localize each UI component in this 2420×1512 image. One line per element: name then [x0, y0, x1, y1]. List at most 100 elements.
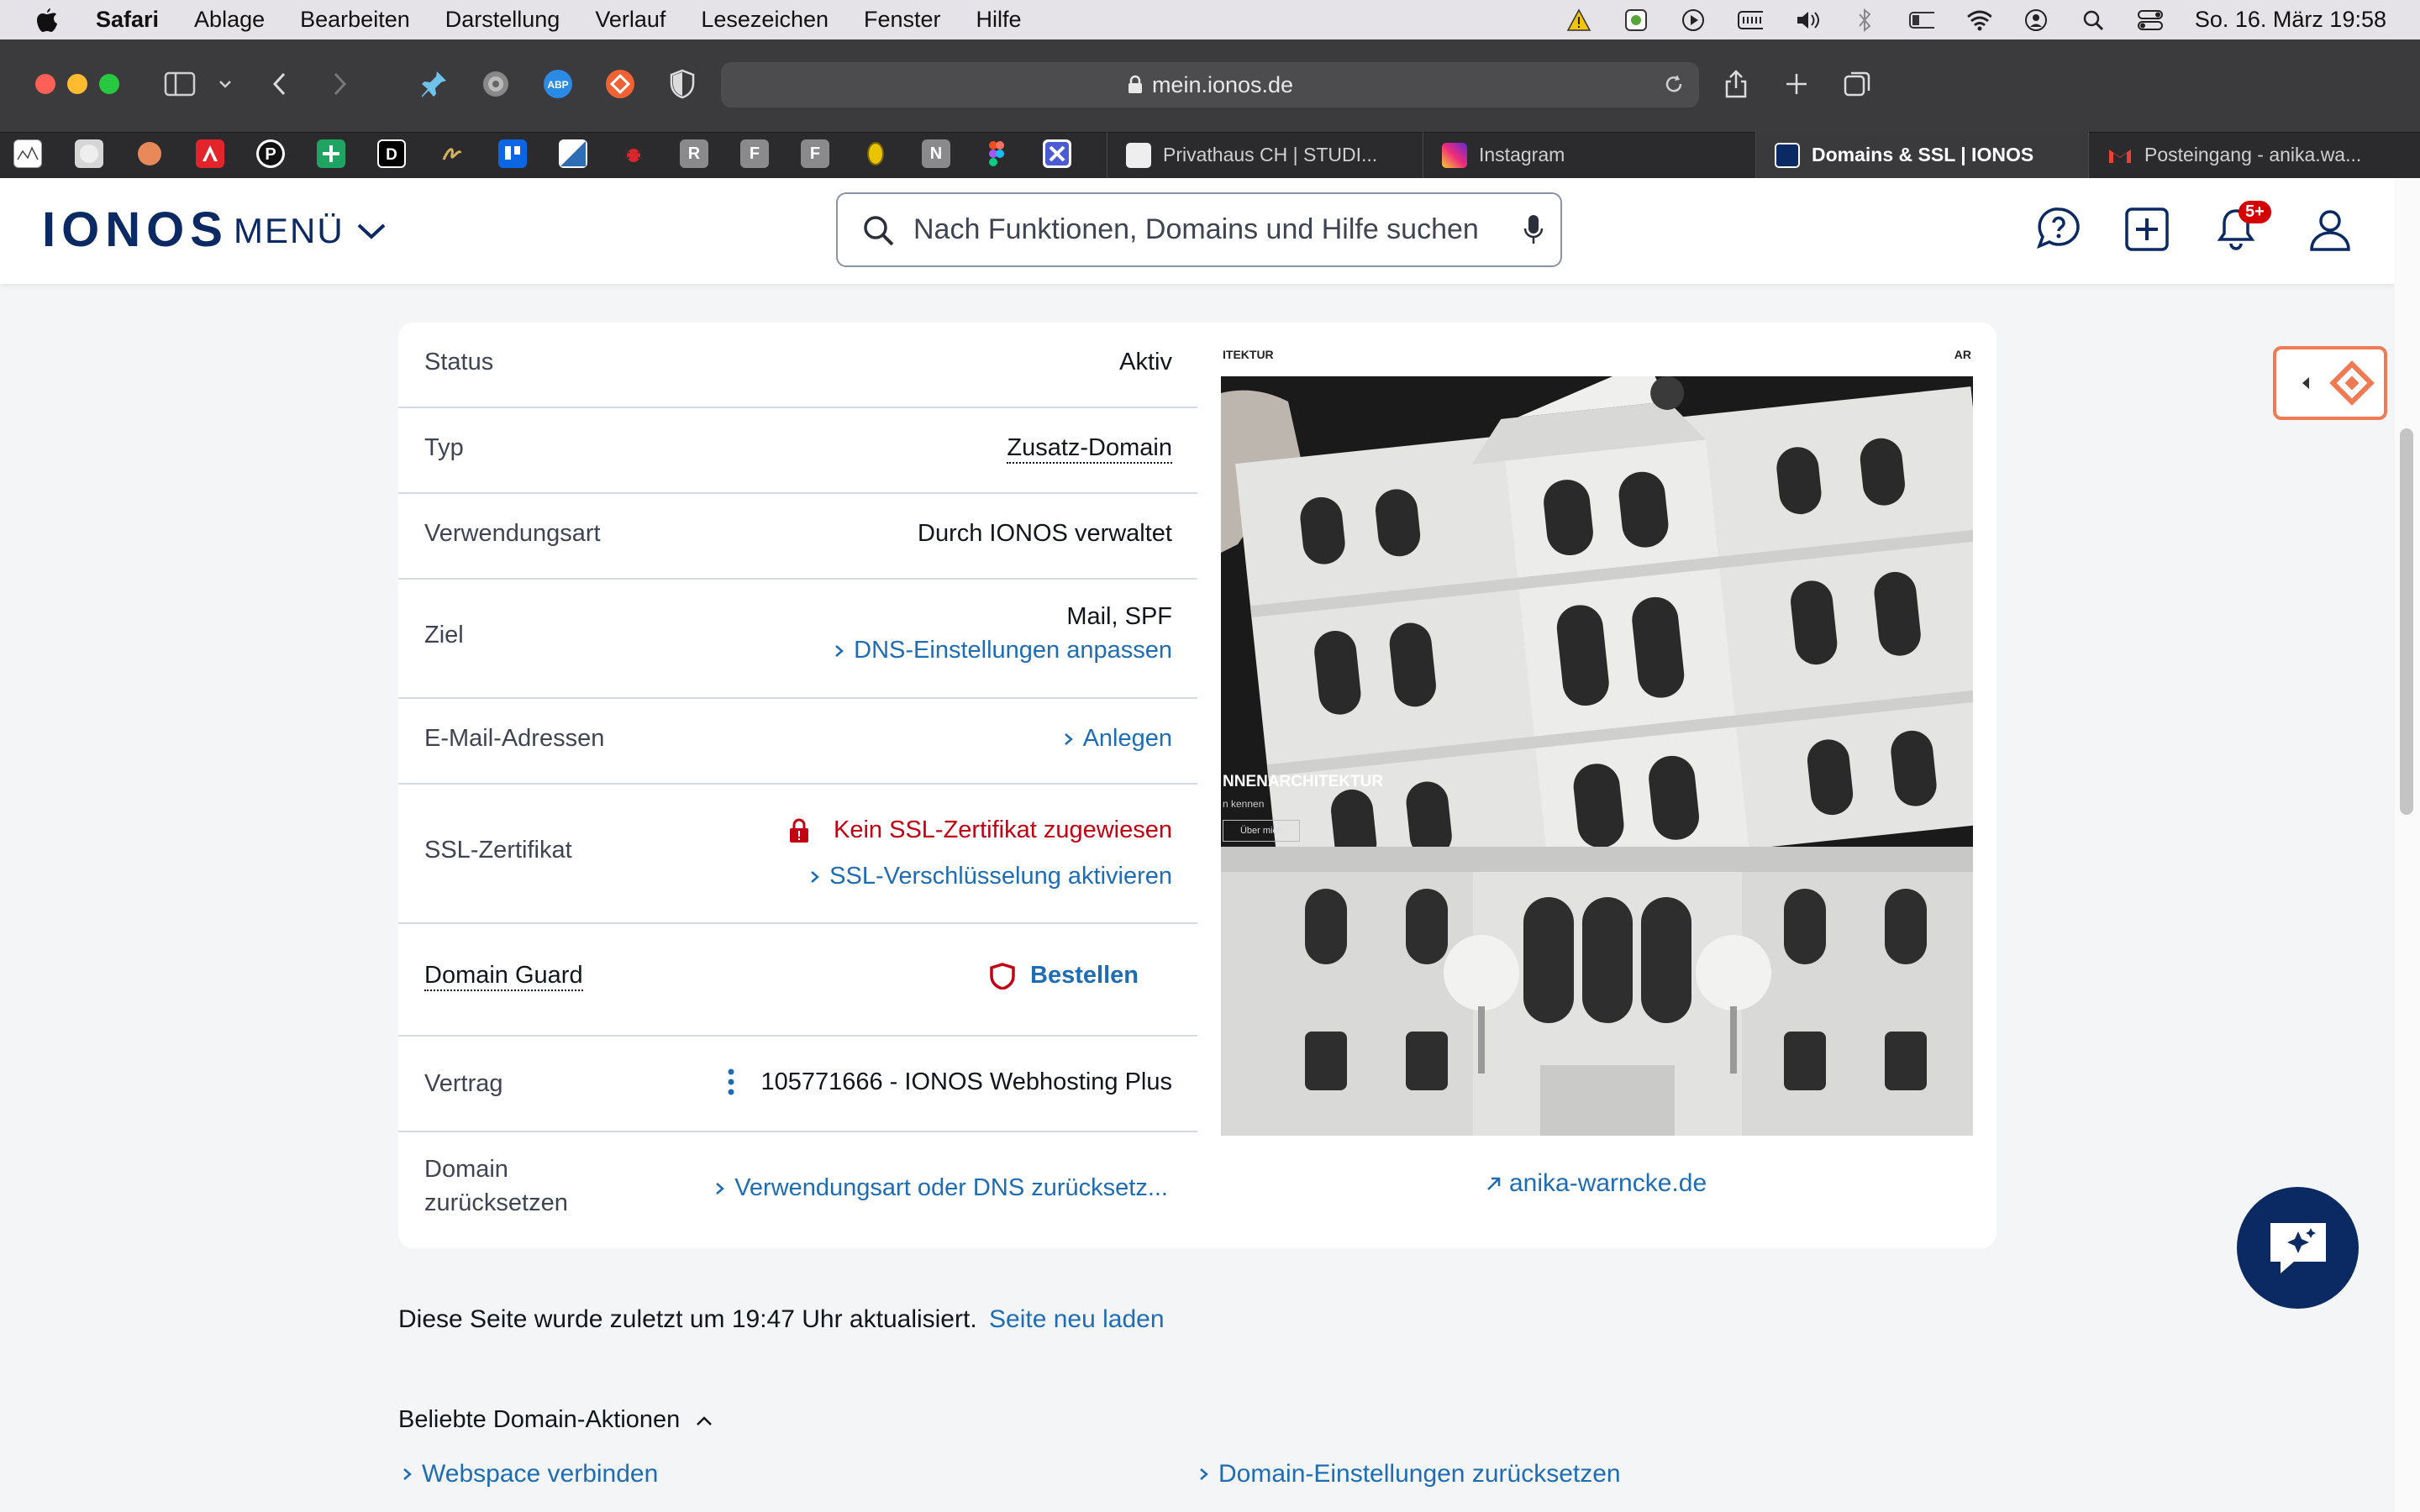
menubar-item-bearbeiten[interactable]: Bearbeiten — [300, 7, 410, 33]
bluetooth-icon[interactable] — [1852, 8, 1877, 33]
user-account-icon[interactable] — [2023, 8, 2049, 33]
favorite-chart-icon[interactable] — [13, 139, 42, 168]
status-label: Status — [424, 349, 494, 375]
typ-value[interactable]: Zusatz-Domain — [1007, 434, 1172, 464]
favorite-angular-icon[interactable] — [196, 139, 224, 168]
forward-button[interactable] — [323, 67, 356, 101]
chat-assistant-button[interactable] — [2237, 1187, 2359, 1309]
chevron-down-icon[interactable] — [208, 67, 242, 101]
tab-privathaus[interactable]: Privathaus CH | STUDI... — [1107, 132, 1423, 178]
reload-page-link[interactable]: Seite neu laden — [989, 1305, 1165, 1333]
tab-domains-ssl-ionos[interactable]: Domains & SSL | IONOS — [1755, 132, 2088, 178]
side-widget-tab[interactable] — [2273, 346, 2387, 420]
popular-actions-title: Beliebte Domain-Aktionen — [398, 1406, 681, 1433]
menubar-item-verlauf[interactable]: Verlauf — [595, 7, 666, 33]
wifi-icon[interactable] — [1966, 8, 1991, 33]
diamond-extension-icon[interactable] — [603, 67, 637, 101]
play-icon[interactable] — [1681, 8, 1706, 33]
popular-actions-toggle[interactable]: Beliebte Domain-Aktionen — [398, 1406, 713, 1434]
user-profile-icon[interactable] — [2306, 205, 2354, 254]
reset-label-line2: zurücksetzen — [424, 1189, 568, 1216]
back-button[interactable] — [263, 67, 297, 101]
window-minimize-button[interactable] — [67, 74, 87, 94]
preview-header-left: ITEKTUR — [1223, 348, 1274, 361]
favorite-sheets-plus-icon[interactable] — [317, 139, 345, 168]
menubar-item-darstellung[interactable]: Darstellung — [445, 7, 560, 33]
detail-row-email: E-Mail-Adressen Anlegen — [398, 699, 1197, 785]
help-icon[interactable] — [2034, 205, 2083, 254]
favorite-n-icon[interactable]: N — [922, 139, 950, 168]
website-link[interactable]: anika-warncke.de — [1486, 1169, 1707, 1198]
tab-overview-icon[interactable] — [1841, 67, 1875, 101]
favorite-grey-circle-icon[interactable] — [75, 139, 103, 168]
new-tab-plus-icon[interactable] — [1780, 67, 1813, 101]
globe-extension-icon[interactable] — [479, 67, 513, 101]
gmail-icon — [2107, 143, 2133, 168]
warning-icon[interactable] — [1566, 8, 1591, 33]
favorite-d-icon[interactable]: D — [377, 139, 406, 168]
menubar-item-lesezeichen[interactable]: Lesezeichen — [701, 7, 829, 33]
reload-icon[interactable] — [1662, 72, 1686, 102]
page-scrollbar-track — [2395, 178, 2420, 1512]
control-center-icon[interactable] — [2137, 8, 2163, 33]
address-bar[interactable]: mein.ionos.de — [721, 62, 1699, 108]
ionos-logo[interactable]: IONOS — [42, 202, 229, 258]
search-input[interactable]: Nach Funktionen, Domains und Hilfe suche… — [836, 192, 1562, 267]
connect-webspace-link[interactable]: Webspace verbinden — [402, 1460, 658, 1488]
dns-settings-link[interactable]: DNS-Einstellungen anpassen — [834, 637, 1172, 664]
favorite-diagonal-icon[interactable] — [559, 139, 587, 168]
website-preview-image[interactable]: ITEKTUR AR NNENARCHITEKTUR n kennen Über… — [1221, 334, 1973, 1136]
create-email-link[interactable]: Anlegen — [1063, 725, 1172, 753]
microphone-icon[interactable] — [1523, 213, 1544, 247]
main-menu-button[interactable]: MENÜ — [234, 211, 387, 251]
ssl-activate-link[interactable]: SSL-Verschlüsselung aktivieren — [809, 863, 1172, 890]
menubar-clock[interactable]: So. 16. März 19:58 — [2195, 7, 2386, 33]
favorite-bug-icon[interactable] — [619, 139, 648, 168]
sidebar-toggle-icon[interactable] — [163, 67, 197, 101]
status-value: Aktiv — [1119, 349, 1172, 375]
menubar-app-name[interactable]: Safari — [96, 7, 159, 33]
tab-instagram[interactable]: Instagram — [1423, 132, 1755, 178]
favorite-r-icon[interactable]: R — [680, 139, 708, 168]
battery-icon[interactable] — [1908, 8, 1934, 33]
add-icon[interactable] — [2123, 205, 2171, 254]
apple-menu-icon[interactable] — [35, 7, 59, 34]
pin-extension-icon[interactable] — [417, 67, 450, 101]
favorite-pinterest-icon[interactable]: P — [256, 139, 285, 168]
reset-dns-link[interactable]: Verwendungsart oder DNS zurücksetz... — [714, 1174, 1168, 1202]
shield-icon — [990, 962, 1015, 990]
favorite-coin-icon[interactable] — [861, 139, 890, 168]
keyboard-icon[interactable] — [1737, 8, 1763, 33]
page-scrollbar-thumb[interactable] — [2400, 428, 2413, 815]
domain-guard-order-button[interactable]: Bestellen — [990, 962, 1139, 990]
connect-webspace-label: Webspace verbinden — [422, 1460, 659, 1488]
app-status-icon[interactable] — [1623, 8, 1649, 33]
menubar-item-fenster[interactable]: Fenster — [864, 7, 941, 33]
share-icon[interactable] — [1719, 67, 1753, 101]
preview-overlay-subtitle: n kennen — [1223, 798, 1265, 810]
domain-guard-order-label: Bestellen — [1030, 962, 1139, 989]
shield-extension-icon[interactable] — [666, 67, 699, 101]
favorite-f-icon[interactable]: F — [740, 139, 769, 168]
favorite-r-label: R — [687, 144, 701, 163]
adblock-extension-icon[interactable]: ABP — [541, 67, 575, 101]
window-close-button[interactable] — [35, 74, 55, 94]
favorite-figma-icon[interactable] — [982, 139, 1011, 168]
reset-domain-settings-link[interactable]: Domain-Einstellungen zurücksetzen — [1198, 1460, 1621, 1488]
tab-gmail[interactable]: Posteingang - anika.wa... — [2088, 132, 2420, 178]
favorite-signature-icon[interactable] — [438, 139, 466, 168]
lock-warning-icon — [790, 818, 809, 843]
favorite-orange-circle-icon[interactable] — [135, 139, 164, 168]
window-zoom-button[interactable] — [99, 74, 119, 94]
tab-label: Domains & SSL | IONOS — [1812, 144, 2034, 165]
favorite-trello-icon[interactable] — [498, 139, 527, 168]
favorite-f-icon-2[interactable]: F — [801, 139, 829, 168]
search-icon — [864, 215, 894, 245]
domain-guard-label[interactable]: Domain Guard — [424, 962, 583, 991]
more-options-icon[interactable] — [724, 1067, 738, 1104]
menubar-item-ablage[interactable]: Ablage — [194, 7, 265, 33]
menubar-item-hilfe[interactable]: Hilfe — [976, 7, 1022, 33]
volume-icon[interactable] — [1795, 8, 1820, 33]
spotlight-search-icon[interactable] — [2081, 8, 2106, 33]
favorite-x-tool-icon[interactable] — [1043, 139, 1071, 168]
